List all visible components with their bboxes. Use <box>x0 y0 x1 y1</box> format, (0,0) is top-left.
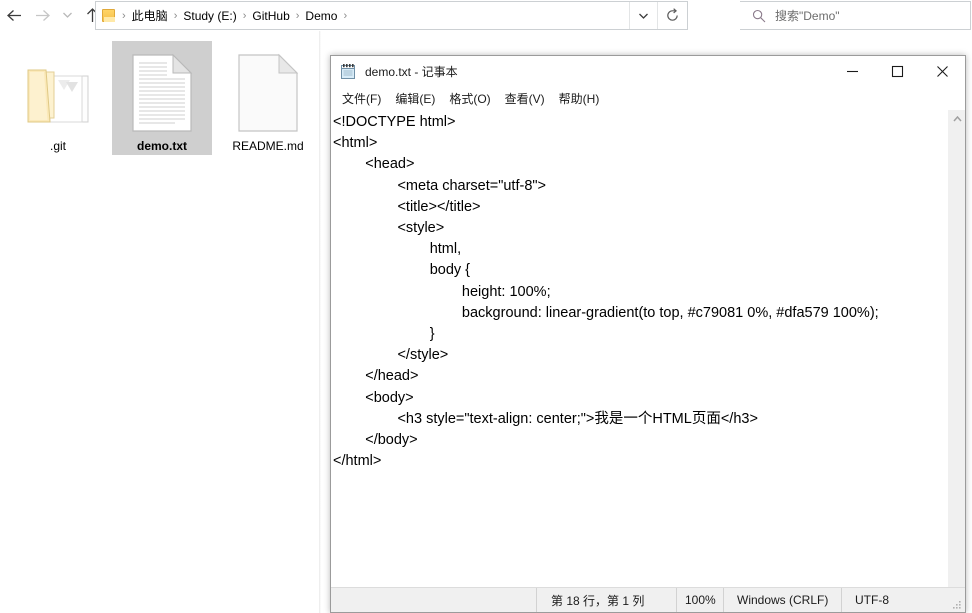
folder-icon <box>8 49 108 137</box>
blank-file-icon <box>218 49 318 137</box>
status-line-ending: Windows (CRLF) <box>723 587 841 612</box>
menu-format[interactable]: 格式(O) <box>442 88 497 109</box>
list-item-label: README.md <box>232 139 304 153</box>
close-button[interactable] <box>920 56 965 86</box>
breadcrumb-separator: › <box>295 9 300 22</box>
status-encoding: UTF-8 <box>841 587 941 612</box>
chevron-down-icon <box>638 13 648 19</box>
search-placeholder: 搜索"Demo" <box>775 9 840 23</box>
notepad-window[interactable]: demo.txt - 记事本 文件(F) 编辑(E) 格式(O) 查看(V) 帮… <box>330 55 966 613</box>
breadcrumb-item-0[interactable]: 此电脑 <box>128 7 172 24</box>
close-icon <box>937 65 948 77</box>
list-item[interactable]: README.md <box>218 41 318 155</box>
breadcrumb-item-1[interactable]: Study (E:) <box>179 9 240 23</box>
breadcrumb-item-2[interactable]: GitHub <box>248 9 293 23</box>
breadcrumb-separator: › <box>173 9 178 22</box>
statusbar-spacer <box>331 588 536 613</box>
chevron-down-icon <box>62 12 72 18</box>
breadcrumb-separator: › <box>122 9 126 22</box>
breadcrumb-dropdown-button[interactable] <box>629 2 656 29</box>
notepad-titlebar[interactable]: demo.txt - 记事本 <box>331 56 965 87</box>
text-file-icon <box>112 49 212 137</box>
notepad-icon <box>340 63 357 80</box>
vertical-scrollbar[interactable] <box>948 110 965 589</box>
menu-file[interactable]: 文件(F) <box>335 88 388 109</box>
refresh-button[interactable] <box>657 2 686 29</box>
search-icon <box>752 9 766 23</box>
menu-view[interactable]: 查看(V) <box>498 88 552 109</box>
breadcrumb-separator: › <box>343 9 348 22</box>
chevron-up-icon <box>953 115 962 121</box>
maximize-button[interactable] <box>875 56 920 86</box>
document-text[interactable]: <!DOCTYPE html> <html> <head> <meta char… <box>333 110 929 589</box>
breadcrumb[interactable]: › 此电脑 › Study (E:) › GitHub › Demo › <box>95 1 688 30</box>
search-input[interactable]: 搜索"Demo" <box>740 1 971 30</box>
status-zoom-level[interactable]: 100% <box>676 587 723 612</box>
menu-help[interactable]: 帮助(H) <box>552 88 607 109</box>
scroll-up-button[interactable] <box>949 110 965 127</box>
menu-edit[interactable]: 编辑(E) <box>388 88 442 109</box>
notepad-statusbar: 第 18 行，第 1 列 100% Windows (CRLF) UTF-8 <box>331 587 965 612</box>
list-item[interactable]: .git <box>8 41 108 155</box>
list-item-label: .git <box>49 139 66 153</box>
minimize-button[interactable] <box>830 56 875 86</box>
back-button[interactable] <box>0 0 28 30</box>
folder-icon <box>102 9 117 22</box>
refresh-icon <box>666 8 678 21</box>
window-title: demo.txt - 记事本 <box>365 65 458 79</box>
breadcrumb-item-3[interactable]: Demo <box>301 9 341 23</box>
status-cursor-position: 第 18 行，第 1 列 <box>536 587 676 612</box>
list-item-label: demo.txt <box>136 139 187 153</box>
breadcrumb-separator: › <box>242 9 247 22</box>
arrow-left-icon <box>6 9 21 21</box>
resize-grip-icon[interactable] <box>952 599 962 609</box>
arrow-right-icon <box>35 9 50 21</box>
notepad-text-area[interactable]: <!DOCTYPE html> <html> <head> <meta char… <box>331 109 965 589</box>
list-item[interactable]: demo.txt <box>112 41 212 155</box>
maximize-icon <box>891 65 904 77</box>
recent-locations-button[interactable] <box>56 0 78 30</box>
notepad-menubar[interactable]: 文件(F) 编辑(E) 格式(O) 查看(V) 帮助(H) <box>331 87 965 109</box>
minimize-icon <box>847 70 858 72</box>
forward-button[interactable] <box>28 0 56 30</box>
